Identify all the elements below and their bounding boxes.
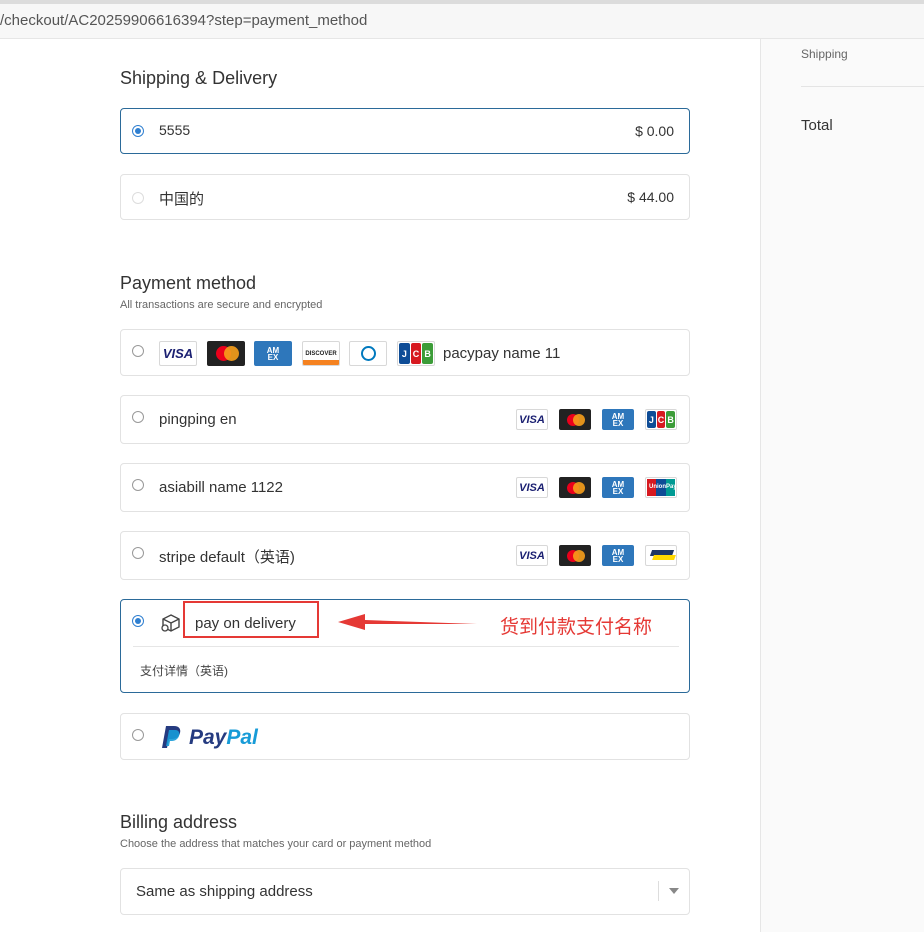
shipping-section-title: Shipping & Delivery — [120, 68, 278, 88]
payment-method-asiabill[interactable]: asiabill name 1122 VISA AM EX UnionPay — [120, 463, 690, 512]
payment-radio-pay-on-delivery[interactable] — [132, 615, 144, 627]
shipping-radio-china[interactable] — [132, 192, 144, 204]
discover-icon: DISCOVER — [302, 341, 340, 366]
summary-total-label: Total — [801, 117, 833, 134]
mastercard-icon — [559, 477, 591, 498]
amex-icon: AM EX — [602, 545, 634, 566]
visa-text: VISA — [519, 481, 545, 494]
jcb-letter: J — [647, 411, 656, 428]
bancontact-icon — [645, 545, 677, 566]
payment-radio-pingping[interactable] — [132, 411, 144, 423]
payment-section-subtitle: All transactions are secure and encrypte… — [120, 299, 323, 311]
payment-method-name: pacypay name 11 — [443, 345, 561, 362]
cod-divider — [133, 646, 679, 647]
package-icon — [160, 613, 182, 638]
mastercard-icon — [559, 545, 591, 566]
order-summary-sidebar: Shipping Total — [760, 39, 924, 932]
billing-address-select[interactable]: Same as shipping address — [120, 868, 690, 915]
annotation-arrow-icon — [338, 614, 477, 630]
amex-text: EX — [612, 554, 624, 564]
visa-icon: VISA — [516, 409, 548, 430]
billing-section-subtitle: Choose the address that matches your car… — [120, 838, 432, 850]
payment-method-pacypay[interactable]: VISA AM EX DISCOVER JCB pacypay name 11 — [120, 329, 690, 376]
jcb-letter: C — [410, 343, 422, 364]
shipping-radio-5555[interactable] — [132, 125, 144, 137]
select-separator — [658, 881, 659, 901]
payment-section-title: Payment method — [120, 273, 257, 293]
address-bar[interactable]: /checkout/AC20259906616394?step=payment_… — [0, 4, 924, 39]
amex-icon: AM EX — [254, 341, 292, 366]
shipping-option-price: $ 0.00 — [635, 123, 674, 139]
payment-radio-asiabill[interactable] — [132, 479, 144, 491]
payment-radio-pacypay[interactable] — [132, 345, 144, 357]
visa-text: VISA — [162, 346, 194, 361]
diners-icon — [349, 341, 387, 366]
shipping-option-name: 5555 — [159, 122, 191, 138]
payment-method-name: pingping en — [159, 411, 237, 428]
billing-section-title: Billing address — [120, 812, 238, 832]
mastercard-icon — [559, 409, 591, 430]
paypal-word-pay: Pay — [189, 726, 227, 749]
jcb-letter: C — [656, 411, 666, 428]
shipping-option-price: $ 44.00 — [627, 189, 674, 205]
amex-text: EX — [612, 486, 624, 496]
amex-icon: AM EX — [602, 477, 634, 498]
visa-icon: VISA — [159, 341, 197, 366]
payment-radio-stripe[interactable] — [132, 547, 144, 559]
jcb-letter: J — [399, 343, 410, 364]
jcb-letter: B — [422, 343, 434, 364]
annotation-highlight-box — [183, 601, 319, 638]
annotation-text: 货到付款支付名称 — [500, 617, 653, 638]
mastercard-icon — [207, 341, 245, 366]
amex-text: EX — [612, 418, 624, 428]
summary-shipping-label: Shipping — [801, 47, 848, 61]
visa-icon: VISA — [516, 477, 548, 498]
jcb-letter: B — [666, 411, 676, 428]
paypal-wordmark: PayPal — [189, 726, 258, 750]
visa-text: VISA — [519, 549, 545, 562]
unionpay-text: UnionPay — [649, 484, 677, 490]
jcb-icon: JCB — [397, 341, 435, 366]
shipping-option-china[interactable]: 中国的 $ 44.00 — [120, 174, 690, 220]
chevron-down-icon[interactable] — [669, 888, 679, 894]
cod-payment-details: 支付详情（英语) — [140, 664, 228, 678]
shipping-option-name: 中国的 — [159, 191, 205, 208]
summary-divider — [801, 86, 924, 87]
amex-icon: AM EX — [602, 409, 634, 430]
payment-method-name: asiabill name 1122 — [159, 479, 283, 496]
url-text[interactable]: /checkout/AC20259906616394?step=payment_… — [0, 12, 367, 29]
paypal-icon — [160, 725, 182, 754]
shipping-option-5555[interactable]: 5555 $ 0.00 — [120, 108, 690, 154]
payment-method-stripe[interactable]: stripe default（英语) VISA AM EX — [120, 531, 690, 580]
visa-icon: VISA — [516, 545, 548, 566]
jcb-icon: JCB — [645, 409, 677, 430]
billing-select-value: Same as shipping address — [136, 883, 313, 900]
payment-radio-paypal[interactable] — [132, 729, 144, 741]
amex-text: EX — [267, 352, 279, 362]
paypal-word-pal: Pal — [226, 726, 258, 749]
discover-text: DISCOVER — [305, 350, 337, 357]
payment-method-pingping[interactable]: pingping en VISA AM EX JCB — [120, 395, 690, 444]
visa-text: VISA — [519, 413, 545, 426]
unionpay-icon: UnionPay — [645, 477, 677, 498]
payment-method-name: stripe default（英语) — [159, 549, 295, 566]
